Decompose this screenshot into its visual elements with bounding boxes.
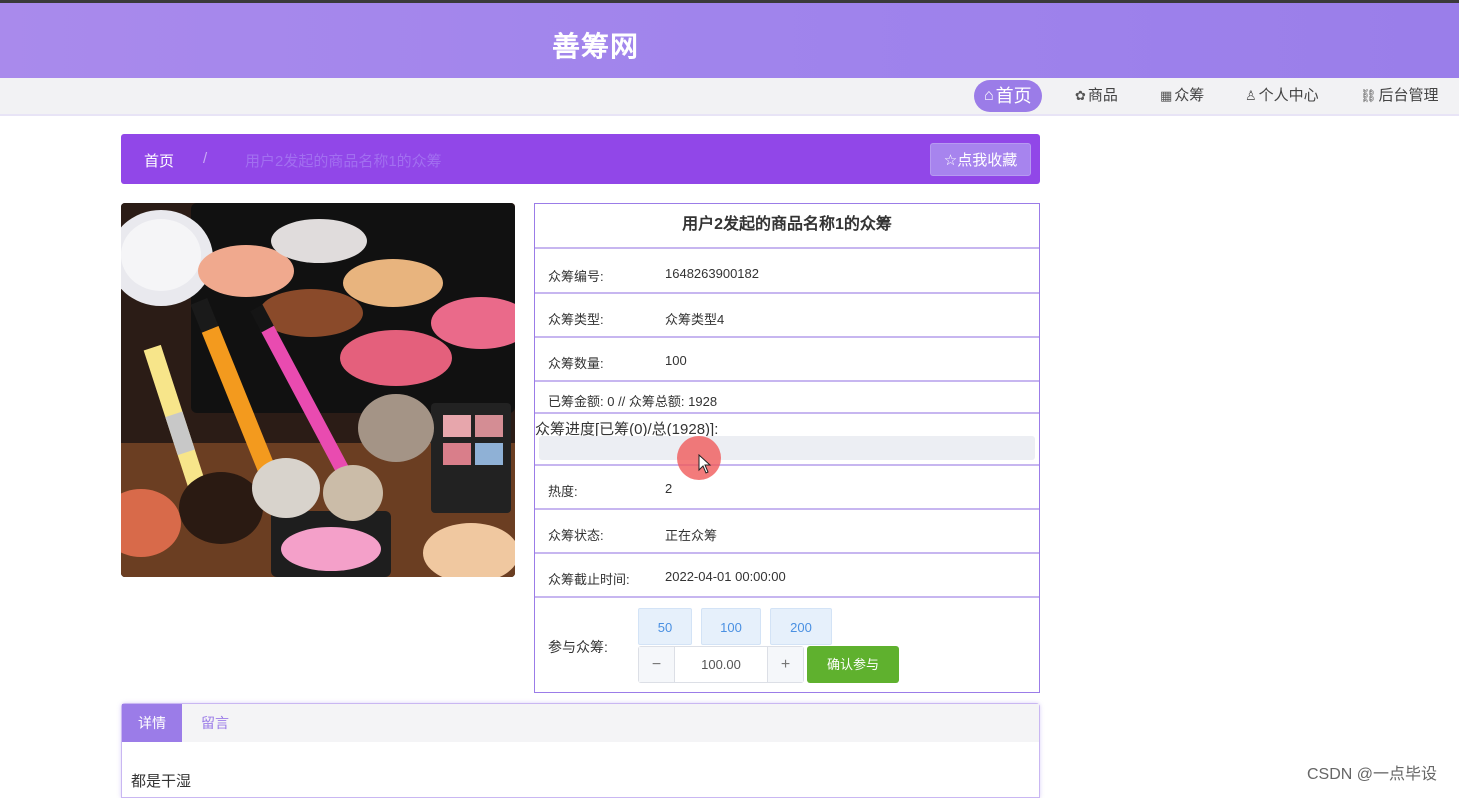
confirm-participate-button[interactable]: 确认参与 [807,646,899,683]
nav-admin[interactable]: ⛓ 后台管理 [1360,78,1439,114]
info-row-amount: 已筹金额: 0 // 众筹总额: 1928 [535,382,1039,414]
gift-icon: ▦ [1160,88,1173,103]
heat-label: 热度: [548,484,578,499]
nav-user-center[interactable]: ♙ 个人中心 [1245,78,1319,114]
detail-tabs: 详情 留言 都是干湿 [121,703,1040,798]
site-title: 善筹网 [552,31,640,62]
nav-home[interactable]: ⌂ 首页 [974,80,1042,112]
stepper-minus-button[interactable]: − [639,647,675,682]
status-value: 正在众筹 [665,528,718,543]
nav-crowdfunding[interactable]: ▦ 众筹 [1160,78,1204,114]
cosmetics-illustration [121,203,515,577]
mouse-cursor-icon [698,454,712,474]
amount-option-100[interactable]: 100 [701,608,761,645]
nav-goods[interactable]: ✿ 商品 [1075,78,1118,114]
crowdfunding-title: 用户2发起的商品名称1的众筹 [535,204,1039,249]
link-icon: ⛓ [1360,88,1377,103]
nav-goods-label: 商品 [1087,87,1118,104]
tab-messages[interactable]: 留言 [185,704,245,742]
stepper-plus-button[interactable]: + [767,647,803,682]
breadcrumb-separator: / [203,150,208,167]
info-row-progress: 众筹进度[已筹(0)/总(1928)]: [535,414,1039,466]
breadcrumb-home[interactable]: 首页 [144,150,174,171]
info-row-heat: 热度: 2 [535,466,1039,510]
home-icon: ⌂ [984,87,994,104]
breadcrumb-current: 用户2发起的商品名称1的众筹 [245,153,442,170]
breadcrumb: 首页 / 用户2发起的商品名称1的众筹 ☆点我收藏 [121,134,1040,184]
favorite-button[interactable]: ☆点我收藏 [930,143,1031,176]
crowdfunding-info: 用户2发起的商品名称1的众筹 众筹编号: 1648263900182 众筹类型:… [534,203,1040,693]
info-row-quantity: 众筹数量: 100 [535,338,1039,382]
info-row-deadline: 众筹截止时间: 2022-04-01 00:00:00 [535,554,1039,598]
nav-user-center-label: 个人中心 [1258,87,1319,104]
status-label: 众筹状态: [548,528,604,543]
quantity-label: 众筹数量: [548,356,604,371]
info-row-number: 众筹编号: 1648263900182 [535,249,1039,294]
stepper-input[interactable]: 100.00 [675,647,767,682]
amount-option-200[interactable]: 200 [770,608,832,645]
tab-bar: 详情 留言 [122,704,1039,742]
main-nav: ⌂ 首页 ✿ 商品 ▦ 众筹 ♙ 个人中心 ⛓ 后台管理 [0,78,1459,116]
type-label: 众筹类型: [548,312,604,327]
tab-detail[interactable]: 详情 [122,704,182,742]
quantity-value: 100 [665,353,687,368]
participate-label: 参与众筹: [548,639,608,655]
type-value: 众筹类型4 [665,312,725,327]
watermark: CSDN @一点毕设 [1307,766,1438,783]
progress-bar [539,436,1035,460]
number-value: 1648263900182 [665,266,759,281]
info-row-type: 众筹类型: 众筹类型4 [535,294,1039,338]
site-header: 善筹网 [0,3,1459,78]
deadline-value: 2022-04-01 00:00:00 [665,569,786,584]
amount-text: 已筹金额: 0 // 众筹总额: 1928 [548,394,718,409]
deadline-label: 众筹截止时间: [548,572,630,587]
amount-option-50[interactable]: 50 [638,608,692,645]
nav-crowdfunding-label: 众筹 [1174,87,1205,104]
heat-value: 2 [665,481,673,496]
nav-home-label: 首页 [995,86,1032,106]
nav-admin-label: 后台管理 [1378,87,1439,104]
user-icon: ♙ [1245,88,1257,103]
info-row-status: 众筹状态: 正在众筹 [535,510,1039,554]
amount-stepper: − 100.00 + [638,646,804,683]
palette-icon: ✿ [1075,88,1086,103]
participate-section: 参与众筹: 50 100 200 − 100.00 + 确认参与 [535,598,1039,692]
number-label: 众筹编号: [548,269,604,284]
product-image [121,203,515,577]
